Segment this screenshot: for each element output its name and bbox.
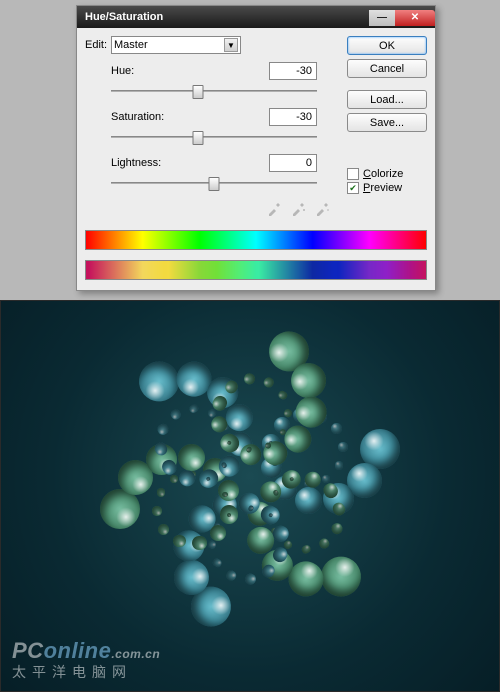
colorize-label: Colorize [363,168,403,180]
saturation-slider[interactable] [111,128,317,146]
eyedropper-icon[interactable] [267,200,283,216]
titlebar[interactable]: Hue/Saturation — ✕ [77,6,435,28]
dialog-title: Hue/Saturation [85,11,369,23]
fractal-art [80,309,420,649]
upper-panel: Hue/Saturation — ✕ Edit: Master ▼ H [0,0,500,300]
edit-select[interactable]: Master ▼ [111,36,241,54]
load-button[interactable]: Load... [347,90,427,109]
eyedropper-plus-icon[interactable] [291,200,307,216]
hue-label: Hue: [111,65,269,77]
hue-field[interactable] [269,62,317,80]
lightness-field[interactable] [269,154,317,172]
colorize-checkbox[interactable]: Colorize [347,168,427,180]
lightness-thumb[interactable] [209,177,220,191]
preview-canvas: PConline.com.cn 太平洋电脑网 [0,300,500,692]
spectrum-bar-top [85,230,427,250]
hue-saturation-dialog: Hue/Saturation — ✕ Edit: Master ▼ H [76,5,436,291]
chevron-down-icon: ▼ [224,38,238,52]
edit-value: Master [114,39,148,51]
save-button[interactable]: Save... [347,113,427,132]
lightness-label: Lightness: [111,157,269,169]
saturation-label: Saturation: [111,111,269,123]
watermark-brand: PConline.com.cn [12,638,160,663]
watermark-cn: 太平洋电脑网 [12,662,160,682]
watermark: PConline.com.cn 太平洋电脑网 [12,638,160,682]
ok-button[interactable]: OK [347,36,427,55]
close-button[interactable]: ✕ [395,10,435,26]
checkbox-checked-icon [347,182,359,194]
lightness-slider[interactable] [111,174,317,192]
spectrum-bar-bottom [85,260,427,280]
cancel-button[interactable]: Cancel [347,59,427,78]
eyedropper-group [85,200,341,216]
minimize-button[interactable]: — [369,10,395,26]
preview-checkbox[interactable]: Preview [347,182,427,194]
eyedropper-minus-icon[interactable] [315,200,331,216]
hue-thumb[interactable] [192,85,203,99]
saturation-thumb[interactable] [192,131,203,145]
checkbox-icon [347,168,359,180]
preview-label: Preview [363,182,402,194]
saturation-field[interactable] [269,108,317,126]
edit-label: Edit: [85,39,111,51]
hue-slider[interactable] [111,82,317,100]
